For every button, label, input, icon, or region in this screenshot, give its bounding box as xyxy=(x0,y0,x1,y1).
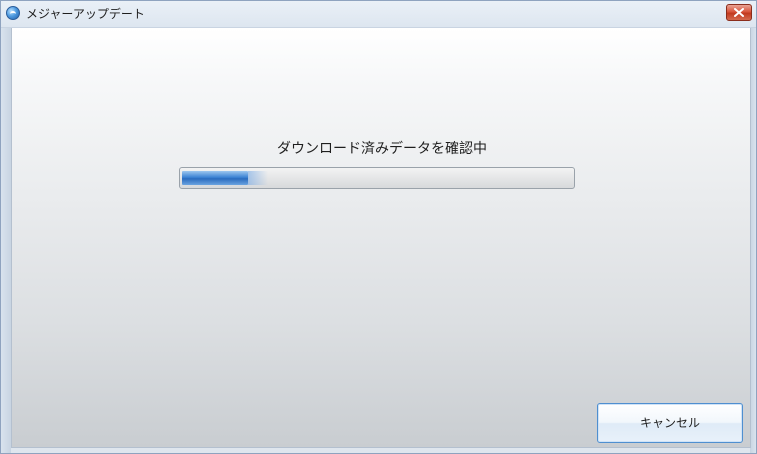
status-message: ダウンロード済みデータを確認中 xyxy=(277,141,487,157)
progress-bar-fill xyxy=(182,171,268,185)
title-bar[interactable]: メジャーアップデート xyxy=(1,1,756,28)
update-window: メジャーアップデート ダウンロード済みデータを確認中 キャンセル xyxy=(0,0,757,454)
window-title: メジャーアップデート xyxy=(26,7,145,21)
update-globe-icon xyxy=(6,6,20,20)
content-area: ダウンロード済みデータを確認中 キャンセル xyxy=(11,28,751,448)
window-frame-left xyxy=(1,28,11,453)
close-button[interactable] xyxy=(726,4,752,21)
cancel-button[interactable]: キャンセル xyxy=(597,403,743,443)
progress-bar xyxy=(179,167,575,189)
close-icon xyxy=(734,8,744,17)
